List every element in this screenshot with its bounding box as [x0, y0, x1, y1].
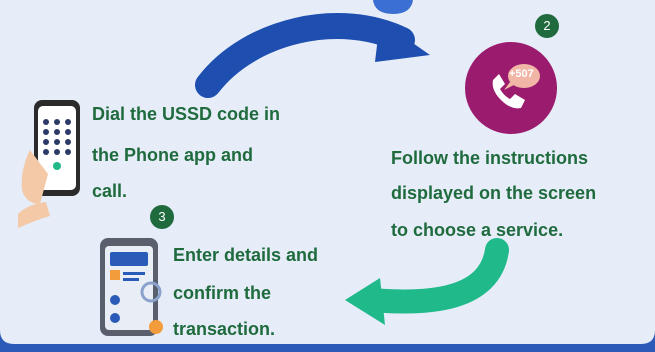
step3-line1: Enter details and [173, 245, 319, 265]
panel-background [0, 0, 655, 344]
step2-bubble-text: +507 [509, 68, 534, 80]
ussd-steps-diagram: Dial the USSD code in the Phone app and … [0, 0, 655, 352]
diagram-canvas [0, 0, 655, 352]
step1-line2: the Phone app and [92, 145, 254, 165]
step1-line1: Dial the USSD code in [92, 104, 281, 124]
step2-line1: Follow the instructions [391, 148, 588, 168]
phone-call-icon [465, 42, 557, 134]
step2-badge: 2 [535, 14, 559, 38]
step2-line2: displayed on the screen [391, 183, 597, 203]
gear-icon [149, 320, 163, 334]
step3-line2: confirm the [173, 283, 272, 303]
step2-line3: to choose a service. [391, 220, 564, 240]
step3-line3: transaction. [173, 319, 276, 339]
step3-badge: 3 [150, 205, 174, 229]
step1-line3: call. [92, 181, 128, 201]
